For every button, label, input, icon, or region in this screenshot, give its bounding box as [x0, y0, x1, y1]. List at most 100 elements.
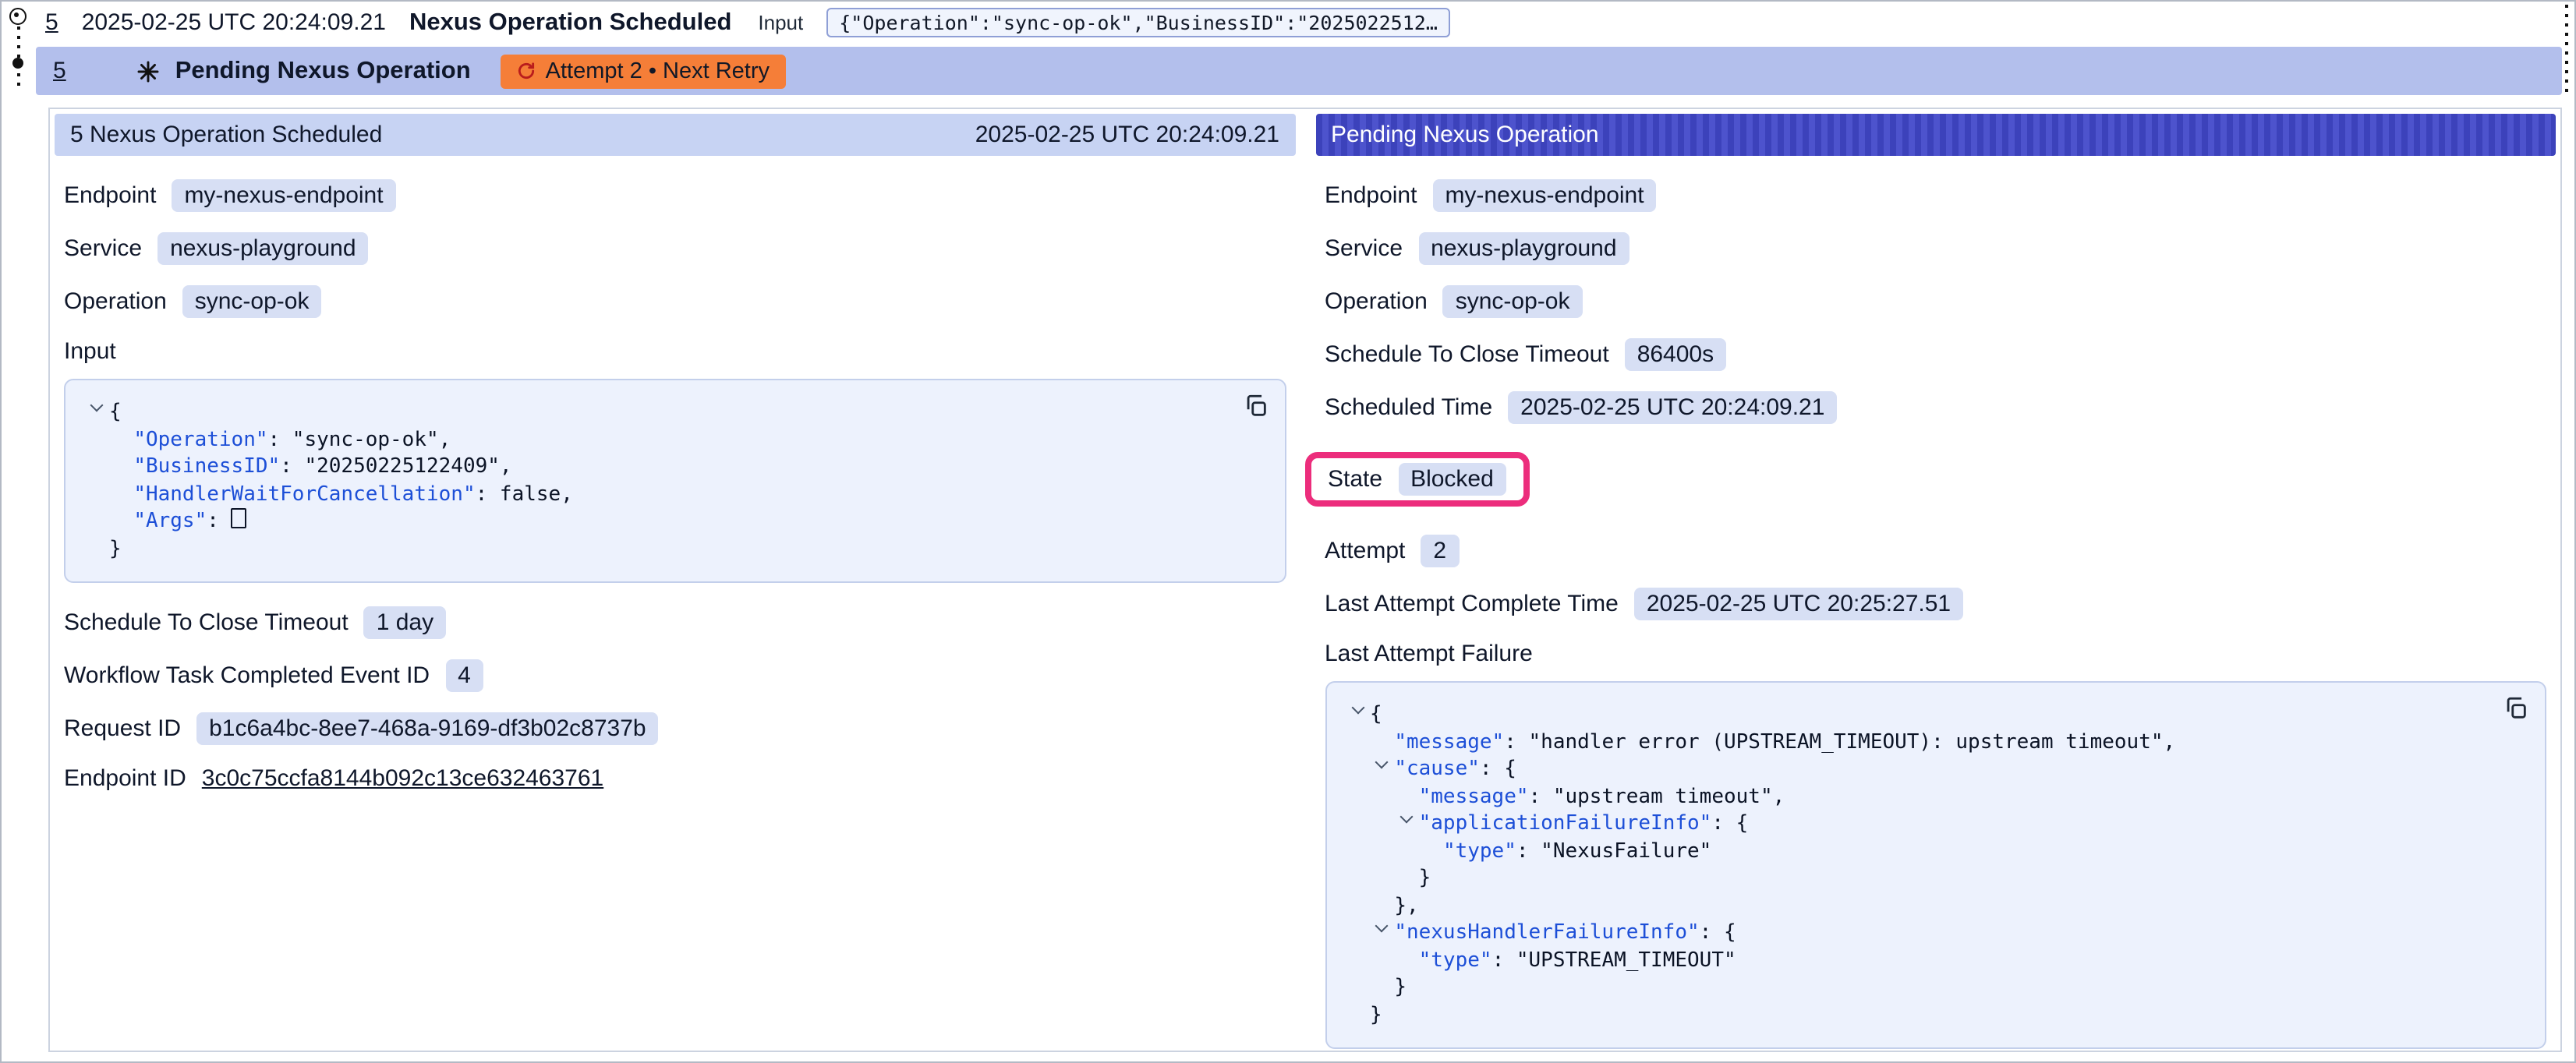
attempt-retry-label: Attempt 2 • Next Retry — [546, 58, 770, 83]
right-dotted-line — [2565, 5, 2568, 92]
field-value-badge: sync-op-ok — [1443, 285, 1583, 318]
highlight-annotation-state: State Blocked — [1304, 452, 1530, 507]
field-value-badge: 1 day — [364, 606, 446, 639]
state-row: State Blocked — [1325, 444, 2546, 514]
collapse-chevron-icon — [1397, 962, 1419, 966]
right-panel-title: Pending Nexus Operation — [1331, 122, 1599, 148]
empty-array-icon — [232, 508, 247, 528]
event-detail-card: 5 Nexus Operation Scheduled 2025-02-25 U… — [48, 108, 2562, 1052]
field-label: Service — [64, 235, 142, 262]
collapse-chevron-icon[interactable] — [1372, 772, 1394, 775]
pending-id-link[interactable]: 5 — [53, 58, 66, 84]
field-row: Scheduled Time 2025-02-25 UTC 20:24:09.2… — [1325, 391, 2546, 424]
collapse-chevron-icon[interactable] — [1348, 717, 1370, 720]
json-line: "applicationFailureInfo": { — [1348, 810, 2523, 838]
collapse-chevron-icon — [1348, 1017, 1370, 1020]
field-row: Service nexus-playground — [1325, 232, 2546, 265]
json-line: "message": "handler error (UPSTREAM_TIME… — [1348, 729, 2523, 756]
json-line: "Args": — [87, 508, 1262, 535]
field-value-badge: 86400s — [1625, 338, 1726, 371]
endpoint-id-link[interactable]: 3c0c75ccfa8144b092c13ce632463761 — [202, 765, 603, 792]
json-line: } — [1348, 1001, 2523, 1029]
left-panel-header: 5 Nexus Operation Scheduled 2025-02-25 U… — [55, 114, 1295, 156]
left-panel-timestamp: 2025-02-25 UTC 20:24:09.21 — [975, 122, 1279, 148]
copy-icon[interactable] — [1242, 393, 1269, 419]
json-line: { — [87, 399, 1262, 426]
field-label: Endpoint ID — [64, 765, 186, 792]
endpoint-id-row: Endpoint ID 3c0c75ccfa8144b092c13ce63246… — [64, 765, 1286, 792]
field-row: Last Attempt Complete Time 2025-02-25 UT… — [1325, 588, 2546, 620]
pending-asterisk-icon — [136, 58, 161, 83]
json-line: "Operation": "sync-op-ok", — [87, 426, 1262, 454]
json-line: "BusinessID": "20250225122409", — [87, 454, 1262, 481]
pending-operation-row[interactable]: 5 Pending Nexus Operation Attempt 2 • Ne… — [36, 47, 2562, 95]
json-line: } — [87, 535, 1262, 563]
field-row: Workflow Task Completed Event ID 4 — [64, 659, 1286, 692]
json-code[interactable]: { "message": "handler error (UPSTREAM_TI… — [1348, 701, 2523, 1029]
field-label: Attempt — [1325, 538, 1405, 564]
attempt-retry-badge[interactable]: Attempt 2 • Next Retry — [501, 54, 785, 88]
json-line: } — [1348, 974, 2523, 1001]
field-label: Service — [1325, 235, 1403, 262]
collapse-chevron-icon — [1372, 744, 1394, 747]
field-row: Attempt 2 — [1325, 535, 2546, 567]
event-input-label: Input — [758, 11, 803, 34]
collapse-chevron-icon — [1397, 799, 1419, 802]
right-panel-header: Pending Nexus Operation — [1315, 114, 2556, 156]
field-value-badge: 2025-02-25 UTC 20:24:09.21 — [1508, 391, 1837, 424]
field-value-badge: nexus-playground — [1418, 232, 1629, 265]
json-line: }, — [1348, 892, 2523, 920]
collapse-chevron-icon — [87, 551, 109, 554]
collapse-chevron-icon — [1372, 990, 1394, 993]
field-label: State — [1328, 466, 1382, 493]
collapse-chevron-icon[interactable] — [1372, 935, 1394, 938]
pending-operation-panel: Pending Nexus Operation Endpoint my-nexu… — [1315, 114, 2556, 1063]
json-code[interactable]: { "Operation": "sync-op-ok", "BusinessID… — [87, 399, 1262, 563]
field-value-badge: 2025-02-25 UTC 20:25:27.51 — [1634, 588, 1963, 620]
scheduled-event-panel: 5 Nexus Operation Scheduled 2025-02-25 U… — [55, 114, 1295, 812]
field-value-badge: b1c6a4bc-8ee7-468a-9169-df3b02c8737b — [196, 712, 658, 745]
field-row: Service nexus-playground — [64, 232, 1286, 265]
field-label: Operation — [1325, 288, 1428, 315]
field-row: Schedule To Close Timeout 86400s — [1325, 338, 2546, 371]
event-title: Nexus Operation Scheduled — [409, 9, 731, 37]
field-label: Schedule To Close Timeout — [1325, 341, 1609, 368]
input-json-block: { "Operation": "sync-op-ok", "BusinessID… — [64, 379, 1286, 583]
left-panel-title: 5 Nexus Operation Scheduled — [70, 122, 382, 148]
timeline-start-icon — [9, 8, 27, 25]
json-line: "cause": { — [1348, 756, 2523, 783]
json-line: { — [1348, 701, 2523, 729]
collapse-chevron-icon — [111, 469, 133, 472]
event-id-link[interactable]: 5 — [45, 9, 58, 36]
collapse-chevron-icon[interactable] — [1397, 826, 1419, 829]
json-line: "type": "NexusFailure" — [1348, 838, 2523, 865]
field-row: Endpoint my-nexus-endpoint — [1325, 179, 2546, 212]
field-label: Endpoint — [1325, 182, 1417, 209]
collapse-chevron-icon — [111, 442, 133, 445]
retry-icon — [516, 61, 536, 81]
collapse-chevron-icon — [111, 524, 133, 527]
event-input-preview[interactable]: {"Operation":"sync-op-ok","BusinessID":"… — [826, 8, 1450, 37]
field-row: Operation sync-op-ok — [64, 285, 1286, 318]
copy-icon[interactable] — [2503, 695, 2529, 722]
field-value-badge: my-nexus-endpoint — [1432, 179, 1656, 212]
field-row: Operation sync-op-ok — [1325, 285, 2546, 318]
collapse-chevron-icon — [1421, 853, 1443, 856]
json-line: "type": "UPSTREAM_TIMEOUT" — [1348, 947, 2523, 974]
field-value-badge: 2 — [1421, 535, 1459, 567]
field-label: Last Attempt Complete Time — [1325, 591, 1619, 617]
collapse-chevron-icon[interactable] — [87, 415, 109, 418]
state-badge: Blocked — [1398, 463, 1506, 496]
input-section-label: Input — [64, 338, 1286, 365]
collapse-chevron-icon — [1397, 881, 1419, 884]
field-value-badge: nexus-playground — [157, 232, 369, 265]
collapse-chevron-icon — [111, 496, 133, 500]
json-line: "HandlerWaitForCancellation": false, — [87, 481, 1262, 508]
event-summary-row[interactable]: 5 2025-02-25 UTC 20:24:09.21 Nexus Opera… — [45, 2, 2531, 44]
field-row: Request ID b1c6a4bc-8ee7-468a-9169-df3b0… — [64, 712, 1286, 745]
failure-json-block: { "message": "handler error (UPSTREAM_TI… — [1325, 681, 2546, 1049]
field-label: Operation — [64, 288, 167, 315]
field-value-badge: my-nexus-endpoint — [172, 179, 395, 212]
field-row: Schedule To Close Timeout 1 day — [64, 606, 1286, 639]
event-history-screen: 5 2025-02-25 UTC 20:24:09.21 Nexus Opera… — [0, 0, 2576, 1063]
